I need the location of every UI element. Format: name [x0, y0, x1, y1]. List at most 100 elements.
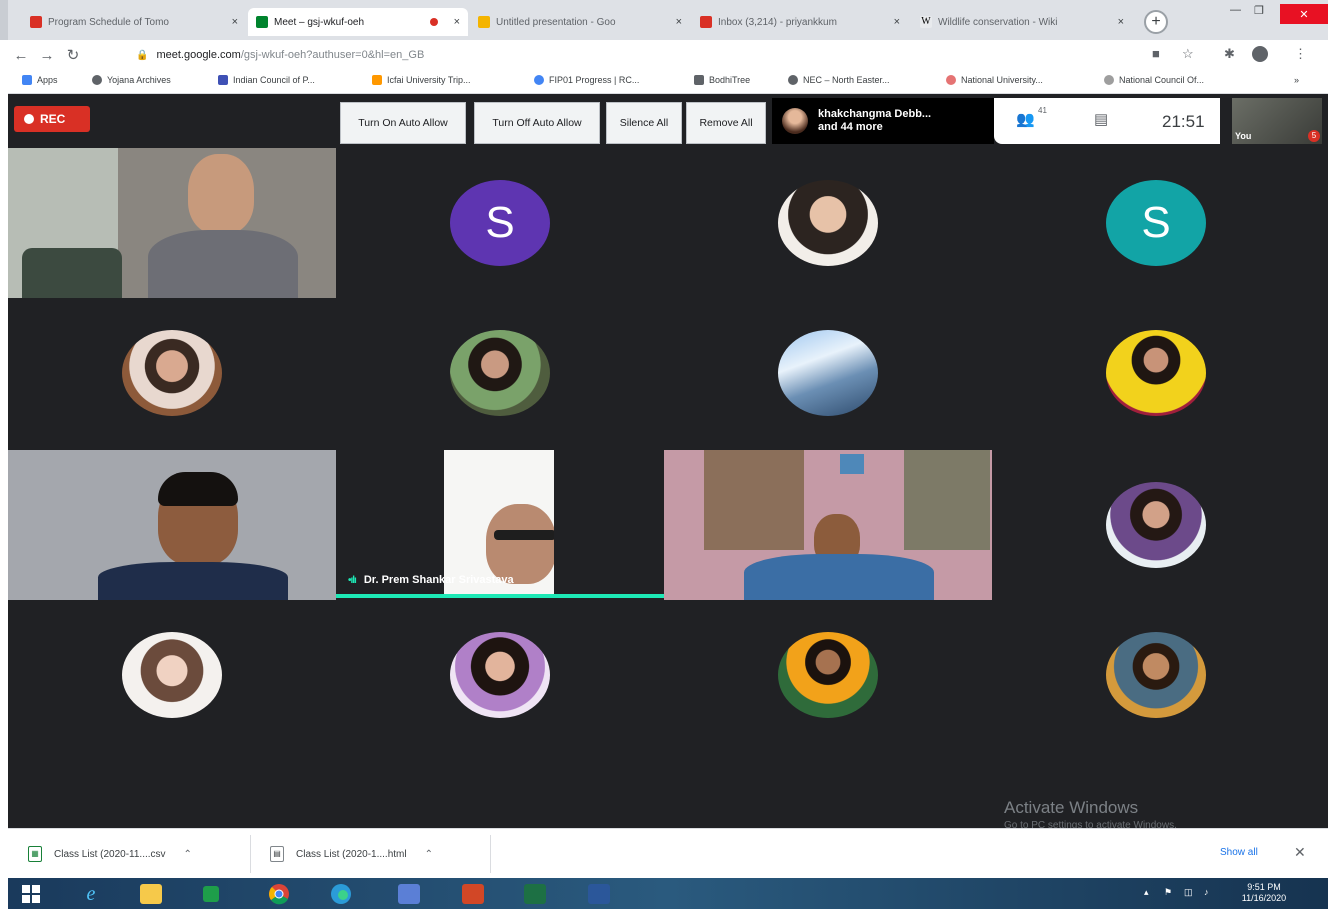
- video-tile[interactable]: [8, 148, 336, 298]
- download-filename: Class List (2020-1....html: [296, 848, 407, 860]
- tab-close-icon[interactable]: ×: [454, 16, 460, 28]
- camera-indicator-icon[interactable]: ■: [1152, 46, 1160, 61]
- divider: [250, 835, 251, 873]
- remove-all-button[interactable]: Remove All: [686, 102, 766, 144]
- flag-icon[interactable]: ⚑: [1164, 887, 1172, 898]
- url-field[interactable]: 🔒 meet.google.com /gsj-wkuf-oeh?authuser…: [136, 44, 1136, 66]
- tab-close-icon[interactable]: ×: [232, 16, 238, 28]
- avatar: [1106, 482, 1206, 568]
- participant-tile[interactable]: S: [336, 148, 664, 298]
- self-view[interactable]: You 5: [1232, 98, 1322, 144]
- tab-meet[interactable]: Meet – gsj-wkuf-oeh ×: [248, 8, 468, 36]
- chevron-up-icon[interactable]: ⌃: [184, 849, 192, 860]
- bookmark-yojana[interactable]: Yojana Archives: [92, 75, 171, 85]
- minimize-icon[interactable]: —: [1230, 4, 1241, 16]
- tab-program-schedule[interactable]: Program Schedule of Tomo ×: [22, 8, 246, 36]
- csv-file-icon: ▦: [28, 846, 42, 862]
- bookmark-label: Icfai University Trip...: [387, 75, 471, 85]
- participant-more: and 44 more: [818, 121, 883, 133]
- profile-avatar[interactable]: [1252, 46, 1268, 62]
- extensions-icon[interactable]: ✱: [1224, 46, 1235, 62]
- participant-body: [98, 562, 288, 600]
- internet-explorer-icon[interactable]: e: [74, 881, 108, 907]
- tab-close-icon[interactable]: ×: [1118, 16, 1124, 28]
- participant-tile[interactable]: [664, 298, 992, 448]
- gmail-icon: [700, 16, 712, 28]
- tab-close-icon[interactable]: ×: [676, 16, 682, 28]
- lock-icon: 🔒: [136, 49, 149, 61]
- excel-icon[interactable]: [518, 881, 552, 907]
- file-explorer-icon[interactable]: [134, 881, 168, 907]
- meet-stage: REC Turn On Auto Allow Turn Off Auto All…: [8, 94, 1328, 831]
- reload-icon[interactable]: ↻: [60, 46, 86, 64]
- more-bookmarks-icon[interactable]: »: [1294, 75, 1299, 85]
- tab-label: Meet – gsj-wkuf-oeh: [274, 16, 365, 28]
- silence-all-button[interactable]: Silence All: [606, 102, 682, 144]
- tab-presentation[interactable]: Untitled presentation - Goo ×: [470, 8, 690, 36]
- avatar: [778, 632, 878, 718]
- avatar: S: [450, 180, 550, 266]
- word-icon[interactable]: [582, 881, 616, 907]
- chrome-icon[interactable]: [262, 881, 296, 907]
- restore-icon[interactable]: ❐: [1254, 4, 1264, 17]
- tab-inbox[interactable]: Inbox (3,214) - priyankkum ×: [692, 8, 908, 36]
- remote-app-icon[interactable]: [392, 881, 426, 907]
- close-downloads-icon[interactable]: ✕: [1294, 844, 1306, 861]
- meet-toolbar: 👥 41 ▤ 21:51: [994, 98, 1220, 144]
- tab-wildlife[interactable]: W Wildlife conservation - Wiki ×: [912, 8, 1132, 36]
- bookmark-nec[interactable]: NEC – North Easter...: [788, 75, 890, 85]
- windows-start-icon[interactable]: [14, 881, 48, 907]
- participant-tile[interactable]: [992, 600, 1320, 750]
- store-icon[interactable]: [194, 881, 228, 907]
- video-tile[interactable]: [8, 450, 336, 600]
- edge-icon[interactable]: [324, 881, 358, 907]
- new-tab-button[interactable]: +: [1144, 10, 1168, 34]
- taskbar-clock[interactable]: 9:51 PM 11/16/2020: [1234, 882, 1294, 904]
- participant-tile[interactable]: [8, 600, 336, 750]
- participant-tile[interactable]: S: [992, 148, 1320, 298]
- record-button[interactable]: REC: [14, 106, 90, 132]
- taskbar-date: 11/16/2020: [1241, 893, 1287, 903]
- participant-tile[interactable]: [336, 298, 664, 448]
- bookmark-label: National University...: [961, 75, 1043, 85]
- back-icon[interactable]: ←: [8, 47, 34, 64]
- bookmark-icp[interactable]: Indian Council of P...: [218, 75, 315, 85]
- volume-icon[interactable]: ♪: [1204, 887, 1209, 898]
- browser-tab-strip: Program Schedule of Tomo × Meet – gsj-wk…: [0, 0, 1328, 40]
- bookmark-national-council[interactable]: National Council Of...: [1104, 75, 1204, 85]
- people-icon[interactable]: 👥: [1016, 110, 1035, 128]
- tab-close-icon[interactable]: ×: [894, 16, 900, 28]
- participants-summary[interactable]: khakchangma Debb... and 44 more: [772, 98, 994, 144]
- tray-overflow-icon[interactable]: ▴: [1144, 887, 1149, 898]
- download-item-html[interactable]: ▤ Class List (2020-1....html ⌃: [270, 829, 433, 879]
- video-tile[interactable]: [664, 450, 992, 600]
- bookmark-bodhitree[interactable]: BodhiTree: [694, 75, 750, 85]
- participant-tile[interactable]: [992, 450, 1320, 600]
- turn-off-auto-allow-button[interactable]: Turn Off Auto Allow: [474, 102, 600, 144]
- turn-on-auto-allow-button[interactable]: Turn On Auto Allow: [340, 102, 466, 144]
- chevron-up-icon[interactable]: ⌃: [425, 849, 433, 860]
- bookmark-star-icon[interactable]: ☆: [1182, 46, 1194, 62]
- participant-tile[interactable]: [336, 600, 664, 750]
- participant-tile[interactable]: [664, 148, 992, 298]
- avatar: S: [1106, 180, 1206, 266]
- download-item-csv[interactable]: ▦ Class List (2020-11....csv ⌃: [28, 829, 192, 879]
- window-close-icon[interactable]: ✕: [1280, 4, 1328, 24]
- avatar: [450, 330, 550, 416]
- network-icon[interactable]: ◫: [1184, 887, 1193, 898]
- bookmark-national-university[interactable]: National University...: [946, 75, 1043, 85]
- participant-tile[interactable]: [664, 600, 992, 750]
- forward-icon[interactable]: →: [34, 47, 60, 64]
- video-tile[interactable]: [444, 450, 554, 594]
- chat-icon[interactable]: ▤: [1094, 110, 1108, 128]
- participant-tile[interactable]: [8, 298, 336, 448]
- bookmark-fip01[interactable]: FIP01 Progress | RC...: [534, 75, 639, 85]
- menu-icon[interactable]: ⋮: [1294, 46, 1307, 62]
- participant-tile[interactable]: [992, 298, 1320, 448]
- bookmark-icfai[interactable]: Icfai University Trip...: [372, 75, 471, 85]
- powerpoint-icon[interactable]: [456, 881, 490, 907]
- show-all-downloads-link[interactable]: Show all: [1220, 847, 1258, 858]
- avatar: [1106, 330, 1206, 416]
- bookmark-apps[interactable]: Apps: [22, 75, 58, 85]
- site-icon: [1104, 75, 1114, 85]
